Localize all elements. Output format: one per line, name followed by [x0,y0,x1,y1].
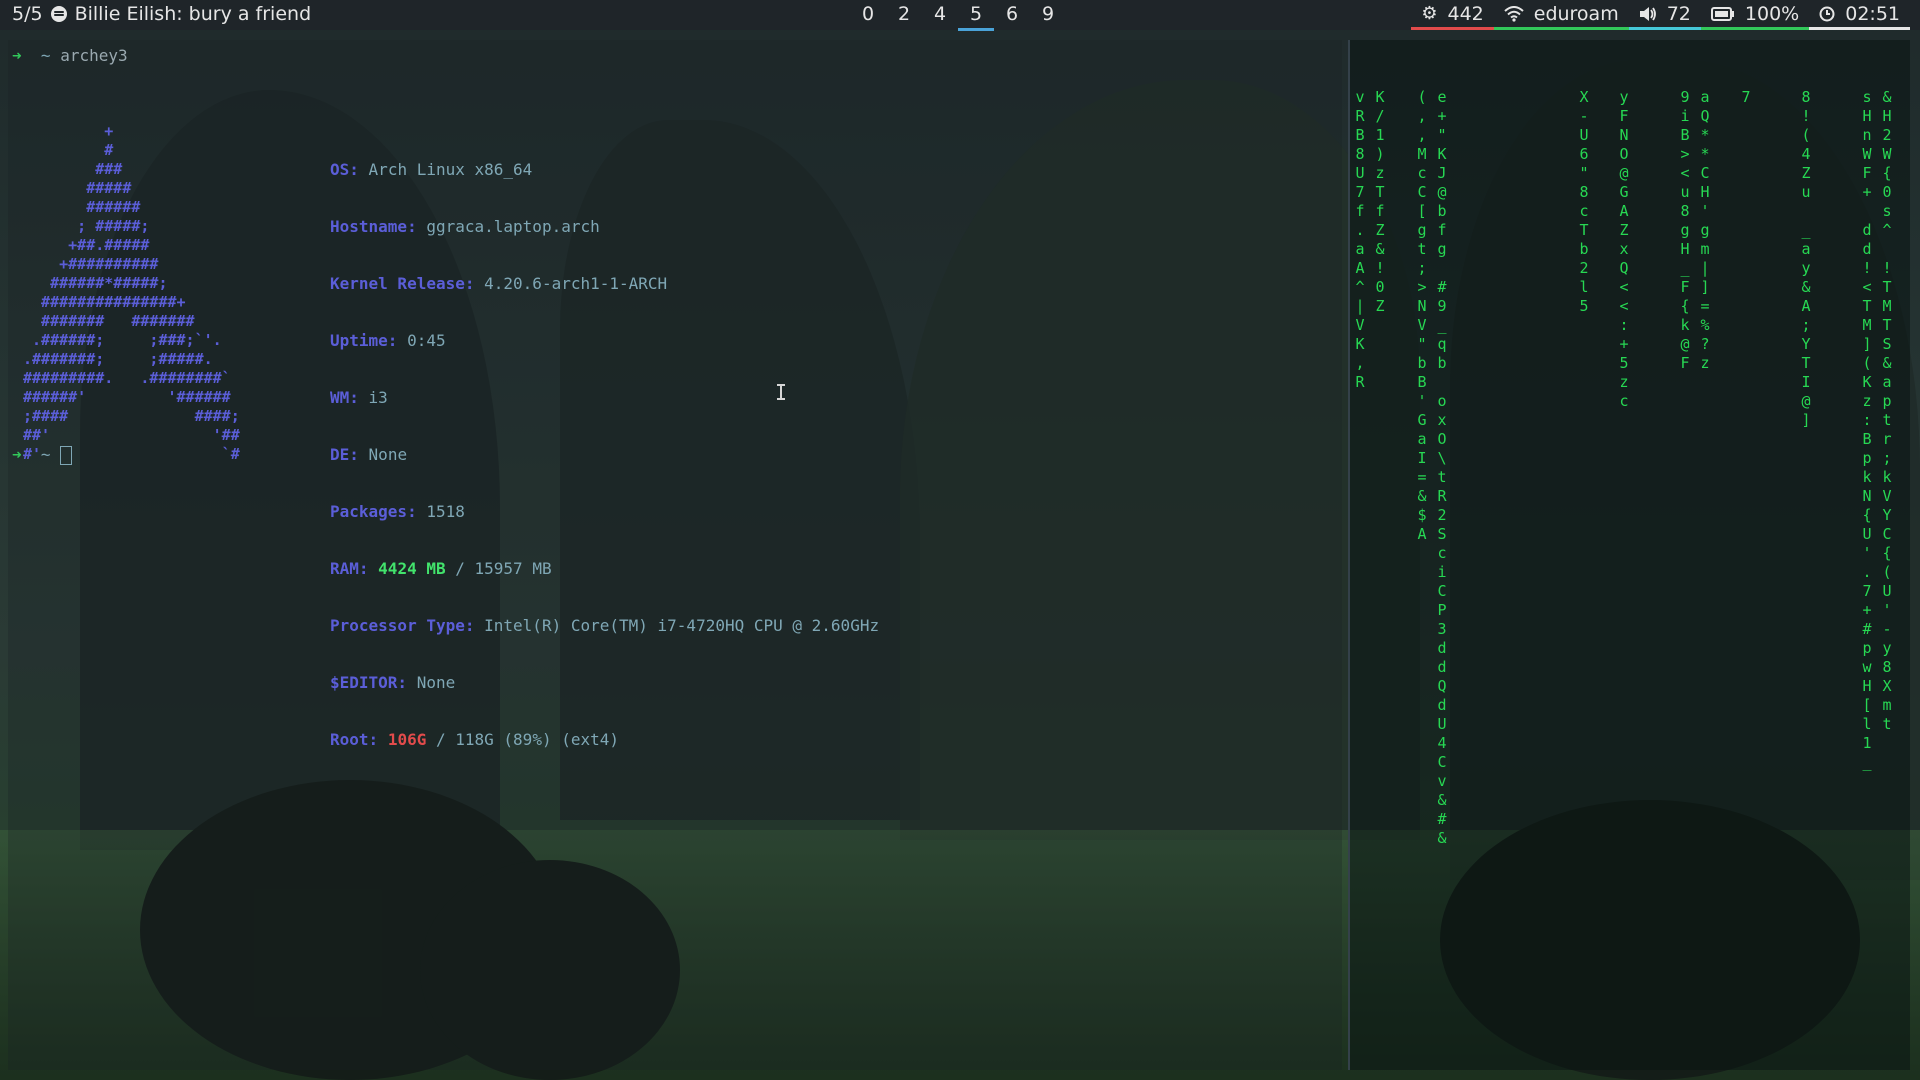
info-packages: Packages: 1518 [330,502,465,521]
battery-value: 100% [1744,2,1800,25]
info-uptime: Uptime: 0:45 [330,331,446,350]
command-line: ➜ ~ archey3 [12,46,128,65]
workspace-6[interactable]: 6 [994,0,1030,28]
prompt-arrow: ➜ [12,445,22,464]
matrix-column: 7 [1741,88,1751,106]
info-hostname: Hostname: ggraca.laptop.arch [330,217,600,236]
wifi-network: eduroam [1533,2,1619,25]
clock-value: 02:51 [1845,2,1900,25]
clock-icon [1819,6,1835,21]
text-cursor [60,446,73,465]
volume-value: 72 [1666,2,1691,25]
workspace-0[interactable]: 0 [850,0,886,28]
top-status-bar: 5/5 Billie Eilish: bury a friend 0 2 4 5… [0,0,1920,31]
mouse-ibeam-cursor [777,384,785,400]
matrix-terminal[interactable]: v R B 8 U 7 f . a A ^ | V K , R K / 1 ) … [1348,40,1910,1070]
matrix-column: 8 ! ( 4 Z u _ a y & A ; Y T I @ ] [1801,88,1811,429]
terminal-window[interactable]: ➜ ~ archey3 + # ### ##### ###### ; #####… [8,40,1342,1070]
workspace-switcher: 0 2 4 5 6 9 [850,0,1066,31]
battery-status[interactable]: 100% [1700,0,1810,30]
clock-status[interactable]: 02:51 [1809,0,1910,30]
matrix-column: 9 i B > < u 8 g H _ F { k @ F [1680,88,1690,372]
command-text: archey3 [60,46,128,65]
info-de: DE: None [330,445,408,464]
spotify-icon [50,6,67,22]
matrix-column: ( , , M c C [ g t ; > N V " b B ' G a I … [1417,88,1427,543]
workspace-9[interactable]: 9 [1030,0,1066,28]
info-editor: $EDITOR: None [330,673,456,692]
volume-status[interactable]: 72 [1628,0,1701,30]
wifi-status[interactable]: eduroam [1493,0,1629,30]
matrix-column: K / 1 ) z T f Z & ! 0 Z [1375,88,1385,315]
matrix-column: a Q * * C H ' g m | ] = % ? z [1700,88,1710,372]
matrix-column: s H n W F + d d ! < T M ] ( K z : B p k … [1862,88,1872,771]
matrix-column: y F N O @ G A Z x Q < < : + 5 z c [1619,88,1629,410]
track-title: Billie Eilish: bury a friend [74,3,312,25]
info-wm: WM: i3 [330,388,388,407]
info-processor: Processor Type: Intel(R) Core(TM) i7-472… [330,616,880,635]
now-playing[interactable]: 5/5 Billie Eilish: bury a friend [12,3,311,25]
matrix-column: e + " K J @ b f g # 9 _ q b o x O \ t R … [1437,88,1447,847]
memory-status[interactable]: ⚙ 442 [1411,0,1494,30]
matrix-column: X - U 6 " 8 c T b 2 l 5 [1579,88,1589,315]
memory-value: 442 [1447,2,1484,25]
status-area: ⚙ 442 eduroam 72 100% 02:51 [1411,0,1910,30]
system-info: OS: Arch Linux x86_64 Hostname: ggraca.l… [330,122,879,787]
workspace-2[interactable]: 2 [886,0,922,28]
memory-icon: ⚙ [1421,3,1438,24]
prompt-cwd: ~ [40,445,51,464]
prompt-cwd: ~ [40,46,51,65]
info-ram: RAM: 4424 MB / 15957 MB [330,559,552,578]
info-os: OS: Arch Linux x86_64 [330,160,533,179]
info-root: Root: 106G / 118G (89%) (ext4) [330,730,620,749]
workspace-5[interactable]: 5 [958,0,994,31]
active-prompt[interactable]: ➜ ~ [12,445,73,465]
arch-ascii-logo: + # ### ##### ###### ; #####; +##.##### … [23,122,240,463]
info-kernel: Kernel Release: 4.20.6-arch1-1-ARCH [330,274,668,293]
volume-icon [1639,6,1656,21]
track-counter: 5/5 [12,3,43,25]
prompt-arrow: ➜ [12,46,22,65]
wifi-icon [1504,5,1524,22]
matrix-column: & H 2 W { 0 s ^ ! T M T S & a p t r ; k … [1882,88,1892,733]
workspace-4[interactable]: 4 [922,0,958,28]
battery-icon [1710,6,1734,21]
matrix-column: v R B 8 U 7 f . a A ^ | V K , R [1355,88,1365,391]
